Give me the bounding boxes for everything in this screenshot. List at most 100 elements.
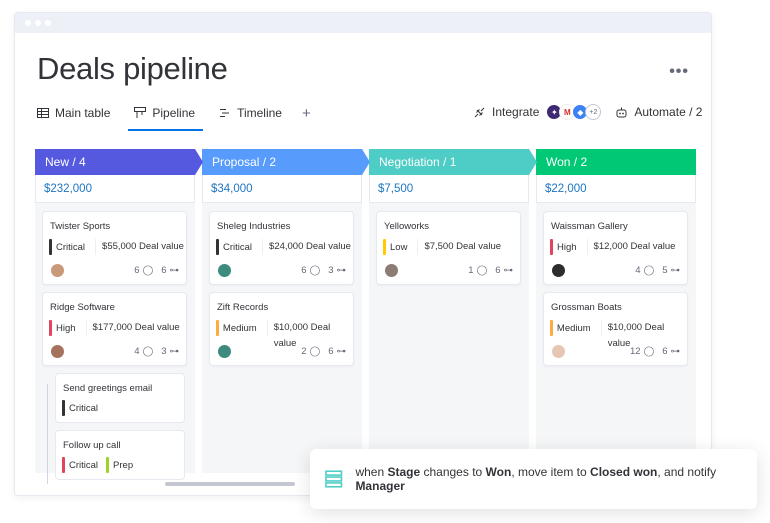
subitems-count: 6 [495,265,501,276]
avatar [385,264,398,277]
avatar [51,264,64,277]
tag-label: Critical [69,459,99,471]
horizontal-scrollbar[interactable] [165,482,295,486]
subitem-card[interactable]: Follow up call Critical Prep [55,430,185,480]
tab-timeline[interactable]: Timeline [219,102,282,124]
deal-value: $10,000 Deal value [266,320,353,349]
deal-value: $12,000 Deal value [586,239,675,255]
priority-color-bar [49,320,52,336]
column-total: $22,000 [536,175,696,203]
comment-icon[interactable]: ◯ [143,265,154,276]
text-bold: Manager [355,479,405,493]
column-header[interactable]: Negotiation / 1 [369,149,537,175]
column-total: $34,000 [202,175,362,203]
tag-color-bar [62,400,65,416]
tag-label: Critical [69,402,99,414]
comment-icon[interactable]: ◯ [310,265,321,276]
comment-icon[interactable]: ◯ [477,265,488,276]
updates-count: 4 [134,346,140,357]
card-title: Waissman Gallery [551,221,628,232]
integrate-button[interactable]: Integrate [492,105,539,119]
avatar [51,345,64,358]
window-titlebar [15,13,711,33]
deal-card[interactable]: Waissman Gallery High $12,000 Deal value … [543,211,688,285]
deal-card[interactable]: Yelloworks Low $7,500 Deal value 1 ◯ 6 ⊶ [376,211,521,285]
comment-icon[interactable]: ◯ [644,346,655,357]
subitems-count: 6 [161,265,167,276]
deal-card[interactable]: Sheleg Industries Critical $24,000 Deal v… [209,211,354,285]
priority-label: Critical [56,241,86,253]
subitems-count: 3 [161,346,167,357]
board-window: Deals pipeline ••• Main table Pipeline T… [14,12,712,496]
updates-count: 6 [134,265,140,276]
tab-main-table[interactable]: Main table [37,102,110,124]
window-dot [45,20,51,26]
subitems-count: 6 [328,346,334,357]
column-negotiation: Negotiation / 1 $7,500 Yelloworks Low $7,… [369,149,537,473]
subitems-count: 6 [662,346,668,357]
column-new: New / 4 $232,000 Twister Sports Critical… [35,149,203,484]
tag-color-bar [62,457,65,473]
column-header[interactable]: Proposal / 2 [202,149,370,175]
text-bold: Closed won [590,465,658,479]
deal-card[interactable]: Grossman Boats Medium $10,000 Deal value … [543,292,688,366]
column-label: Won / 2 [546,155,588,169]
column-total: $232,000 [35,175,195,203]
subitems-icon[interactable]: ⊶ [337,346,347,357]
priority-tag: Low $7,500 Deal value [383,239,501,255]
column-arrow [195,149,203,175]
priority-label: Medium [222,322,257,334]
card-meta: 2 ◯ 6 ⊶ [301,346,346,357]
priority-color-bar [383,239,386,255]
integrate-icon [474,107,485,117]
tab-pipeline[interactable]: Pipeline [128,102,203,131]
automate-button[interactable]: Automate / 2 [634,105,702,119]
tab-label: Timeline [237,106,282,120]
updates-count: 12 [629,346,641,357]
page-title: Deals pipeline [37,51,228,86]
timeline-icon [220,109,230,117]
subitem-tag: Critical [62,400,98,416]
view-tabs: Main table Pipeline Timeline + [37,101,311,131]
avatar [218,264,231,277]
priority-label: Medium [556,322,591,334]
more-apps-badge: +2 [585,104,602,120]
subitems-icon[interactable]: ⊶ [170,265,180,276]
text-part: , and notify [657,465,717,479]
card-meta: 6 ◯ 3 ⊶ [301,265,346,276]
priority-tag: Critical $55,000 Deal value [49,239,184,255]
subitem-tag: Critical Prep [62,457,133,473]
deal-card[interactable]: Zift Records Medium $10,000 Deal value 2 ◯… [209,292,354,366]
automation-text: when Stage changes to Won, move item to … [355,465,757,493]
deal-card[interactable]: Twister Sports Critical $55,000 Deal valu… [42,211,187,285]
integrations-avatars[interactable]: ✦ M ◆ +2 [546,104,602,120]
column-header[interactable]: New / 4 [35,149,203,175]
subitems-icon[interactable]: ⊶ [170,346,180,357]
subitems-icon[interactable]: ⊶ [337,265,347,276]
subitems-icon[interactable]: ⊶ [671,346,681,357]
card-title: Grossman Boats [551,302,622,313]
window-dot [35,20,41,26]
deal-value: $177,000 Deal value [85,320,180,336]
add-view-icon[interactable]: + [302,105,311,122]
priority-color-bar [49,239,52,255]
comment-icon[interactable]: ◯ [143,346,154,357]
deal-card[interactable]: Ridge Software High $177,000 Deal value 4… [42,292,187,366]
column-label: Negotiation / 1 [379,155,457,169]
text-part: changes to [420,465,486,479]
tab-label: Pipeline [152,106,196,120]
subitem-card[interactable]: Send greetings email Critical [55,373,185,423]
card-meta: 6 ◯ 6 ⊶ [134,265,179,276]
automation-recipe[interactable]: when Stage changes to Won, move item to … [310,449,757,509]
comment-icon[interactable]: ◯ [310,346,321,357]
column-header[interactable]: Won / 2 [536,149,696,175]
column-arrow [529,149,537,175]
updates-count: 2 [301,346,307,357]
more-options-icon[interactable]: ••• [669,63,689,81]
subitems-icon[interactable]: ⊶ [504,265,514,276]
comment-icon[interactable]: ◯ [644,265,655,276]
deal-value: $7,500 Deal value [417,239,501,255]
subitems-icon[interactable]: ⊶ [671,265,681,276]
card-meta: 12 ◯ 6 ⊶ [630,346,680,357]
card-title: Ridge Software [50,302,115,313]
